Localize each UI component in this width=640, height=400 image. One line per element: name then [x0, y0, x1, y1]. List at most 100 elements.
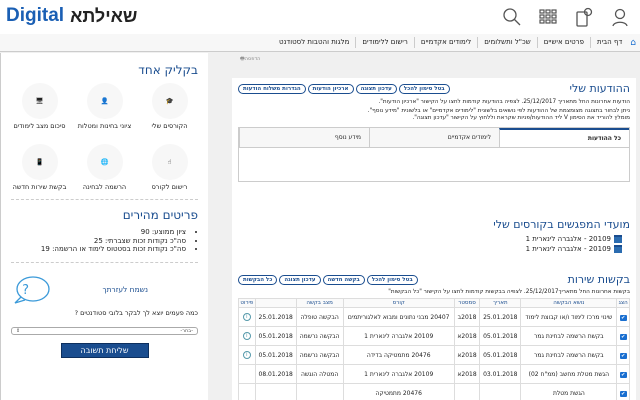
fact-item: סה"כ נקודות זכות בסטטוס לימוד או הרשמה: … — [1, 245, 186, 254]
refresh-requests-button[interactable]: עדכון תצוגה — [279, 275, 321, 285]
cell-subject: בקשת הרשמה לבחינת גמר — [520, 345, 618, 365]
messages-note: מומלץ להוריד את הסימון V ליד ההודעות/פני… — [412, 115, 630, 121]
quick-label: הקורסים שלי — [151, 122, 188, 130]
show-checkbox[interactable]: ✔ — [619, 314, 627, 321]
cell-sdate: 05.01.2018 — [254, 326, 297, 346]
survey-select[interactable]: -בחר- ⇕ — [11, 326, 198, 335]
table-row: ✔ שינוי מרכז לימוד ו/או קבוצת לימוד 25.01.… — [238, 307, 630, 327]
show-checkbox[interactable]: ✔ — [619, 333, 627, 340]
column-header: תאריך — [479, 298, 522, 308]
quick-label: רישום לקורס — [151, 183, 188, 191]
nav-home[interactable]: דף הבית — [589, 37, 628, 48]
print-button[interactable]: 🖶הדפסה — [240, 56, 260, 64]
cell-course: 20476 מתמטיקה בדידה — [342, 345, 455, 365]
cell-status: המטלה הוגשה — [295, 364, 344, 384]
cell-show: ✔ — [616, 345, 630, 365]
cell-subject: בקשת הרשמה לבחינת גמר — [520, 326, 618, 346]
calendar-icon — [614, 245, 622, 253]
table-row: ✔ בקשת הרשמה לבחינת גמר 05.01.2018 2018א 204… — [238, 345, 630, 365]
meeting-item[interactable]: 20109 - אלגברה לינארית 1 — [238, 244, 622, 254]
cell-sem: 2018א — [453, 345, 481, 365]
survey-question: כמה פעמים יוצא לך לבקר בלובי סטודנטים ? — [74, 308, 198, 317]
column-header: מצב בקשה — [295, 298, 344, 308]
quick-my-courses[interactable]: 🎓 הקורסים שלי — [137, 83, 202, 130]
messages-tabs: כל ההודעות לימודים אקדמיים מידע נוסף — [238, 127, 630, 182]
column-header: פירוט — [238, 298, 256, 308]
details-icon[interactable]: i — [242, 332, 251, 340]
meeting-item[interactable]: 20109 - אלגברה לינארית 1 — [238, 234, 622, 244]
cell-sem: 2018א — [453, 326, 481, 346]
nav-personal[interactable]: פרטים אישיים — [536, 37, 590, 48]
quick-course-registration[interactable]: ☝ רישום לקורס — [137, 144, 202, 191]
refresh-view-button[interactable]: עדכון תצוגה — [355, 84, 397, 94]
quick-exam-registration[interactable]: 🌐 הרשמה לבחינה — [72, 144, 137, 191]
help-box: ? נשמח לעזרתך כמה פעמים יוצא לך לבקר בלו… — [1, 271, 208, 321]
svg-text:?: ? — [22, 283, 29, 298]
main-content: 🖶הדפסה ההודעות שלי בטל סימון להכל עדכון … — [228, 53, 640, 400]
details-icon[interactable]: i — [242, 351, 251, 359]
cell-course: 20109 אלגברה לינארית 1 — [342, 364, 455, 384]
table-row: ✔ בקשת הרשמה לבחינת גמר 05.01.2018 2018א 201… — [238, 326, 630, 346]
meeting-label: 20109 - אלגברה לינארית 1 — [525, 235, 611, 243]
details-icon[interactable]: i — [242, 313, 251, 321]
quick-grades[interactable]: 👤 ציוני בחינות ומטלות — [72, 83, 137, 130]
cell-sem: 2018א — [453, 364, 481, 384]
tab-more-info[interactable]: מידע נוסף — [239, 128, 369, 147]
cell-status — [295, 383, 344, 400]
new-request-button[interactable]: בקשה חדשה — [322, 275, 365, 285]
print-label: הדפסה — [244, 56, 261, 62]
quick-label: סיכום מצב לימודים — [13, 122, 66, 130]
quick-new-request[interactable]: 📱 בקשת שירות חדשה — [7, 144, 72, 191]
message-settings-button[interactable]: הגדרות משלוח הודעות — [238, 84, 306, 94]
nav-registration[interactable]: רישום ללימודים — [355, 37, 413, 48]
nav-scholarships[interactable]: מלגות והטבות לסטודנט — [273, 37, 355, 48]
cell-course: 20407 מבני נתונים ומבוא לאלגוריתמים — [342, 307, 455, 327]
tab-academic[interactable]: לימודים אקדמיים — [369, 128, 499, 147]
show-checkbox[interactable]: ✔ — [619, 390, 627, 397]
unmark-all-requests-button[interactable]: בטל סימון להכל — [366, 275, 418, 285]
quick-label: בקשת שירות חדשה — [12, 183, 67, 191]
column-header — [254, 298, 297, 308]
quick-study-summary[interactable]: 🖥 סיכום מצב לימודים — [7, 83, 72, 130]
nav-academic[interactable]: לימודים אקדמיים — [413, 37, 477, 48]
cell-status: הבקשה טופלה — [295, 307, 344, 327]
all-requests-button[interactable]: כל הבקשות — [238, 275, 278, 285]
home-icon[interactable]: ⌂ — [630, 38, 636, 48]
course-registration-icon: ☝ — [151, 144, 188, 180]
show-checkbox[interactable]: ✔ — [619, 352, 627, 359]
unmark-all-button[interactable]: בטל סימון להכל — [398, 84, 450, 94]
quick-label: הרשמה לבחינה — [82, 183, 127, 191]
cell-sem — [453, 383, 481, 400]
show-checkbox[interactable]: ✔ — [619, 371, 627, 378]
help-title: נשמח לעזרתך — [102, 284, 148, 294]
messages-archive-button[interactable]: ארכיון הודעות — [307, 84, 354, 94]
column-header: קורס — [342, 298, 455, 308]
apps-grid-icon[interactable] — [538, 7, 558, 27]
cell-course: 20476 מתמטיקה — [342, 383, 455, 400]
messages-section: ההודעות שלי בטל סימון להכל עדכון תצוגה א… — [238, 82, 630, 182]
cell-status: הבקשה נרשמה — [295, 345, 344, 365]
study-summary-icon: 🖥 — [21, 83, 58, 119]
nav-tuition[interactable]: שכ"ל ותשלומים — [477, 37, 536, 48]
fact-item: סה"כ נקודות זכות שצברתי: 25 — [1, 237, 186, 246]
requests-table: הצג נושא הבקשה תאריך סמסטר קורס מצב בקשה פירוט… — [238, 298, 630, 400]
meetings-section: מועדי המפגשים בקורסים שלי 20109 - אלגברה… — [238, 218, 630, 254]
send-answer-button[interactable]: שליחת תשובה — [60, 342, 149, 358]
fact-item: ציון ממוצע: 90 — [1, 228, 186, 237]
tab-all-messages[interactable]: כל ההודעות — [499, 128, 629, 147]
requests-section: בקשות שירות בטל סימון להכל בקשה חדשה עדכ… — [238, 273, 630, 400]
cell-status: הבקשה נרשמה — [295, 326, 344, 346]
facts-list: ציון ממוצע: 90 סה"כ נקודות זכות שצברתי: … — [1, 228, 186, 254]
cell-date: 25.01.2018 — [479, 307, 522, 327]
messages-note: ניתן לבחור בתצוגה מצומצמת של ההודעות לפי… — [367, 108, 630, 114]
search-icon[interactable] — [502, 7, 522, 27]
tablet-chat-icon[interactable] — [574, 7, 594, 27]
cell-subject: הגשת מטלת — [520, 383, 618, 400]
cell-details: i — [238, 307, 256, 327]
logo[interactable]: Digital שאילתא — [6, 5, 137, 27]
cell-show: ✔ — [616, 326, 630, 346]
header: Digital שאילתא — [0, 0, 640, 34]
user-icon[interactable] — [610, 7, 630, 27]
column-header: נושא הבקשה — [520, 298, 618, 308]
content-panel: ההודעות שלי בטל סימון להכל עדכון תצוגה א… — [232, 78, 636, 400]
